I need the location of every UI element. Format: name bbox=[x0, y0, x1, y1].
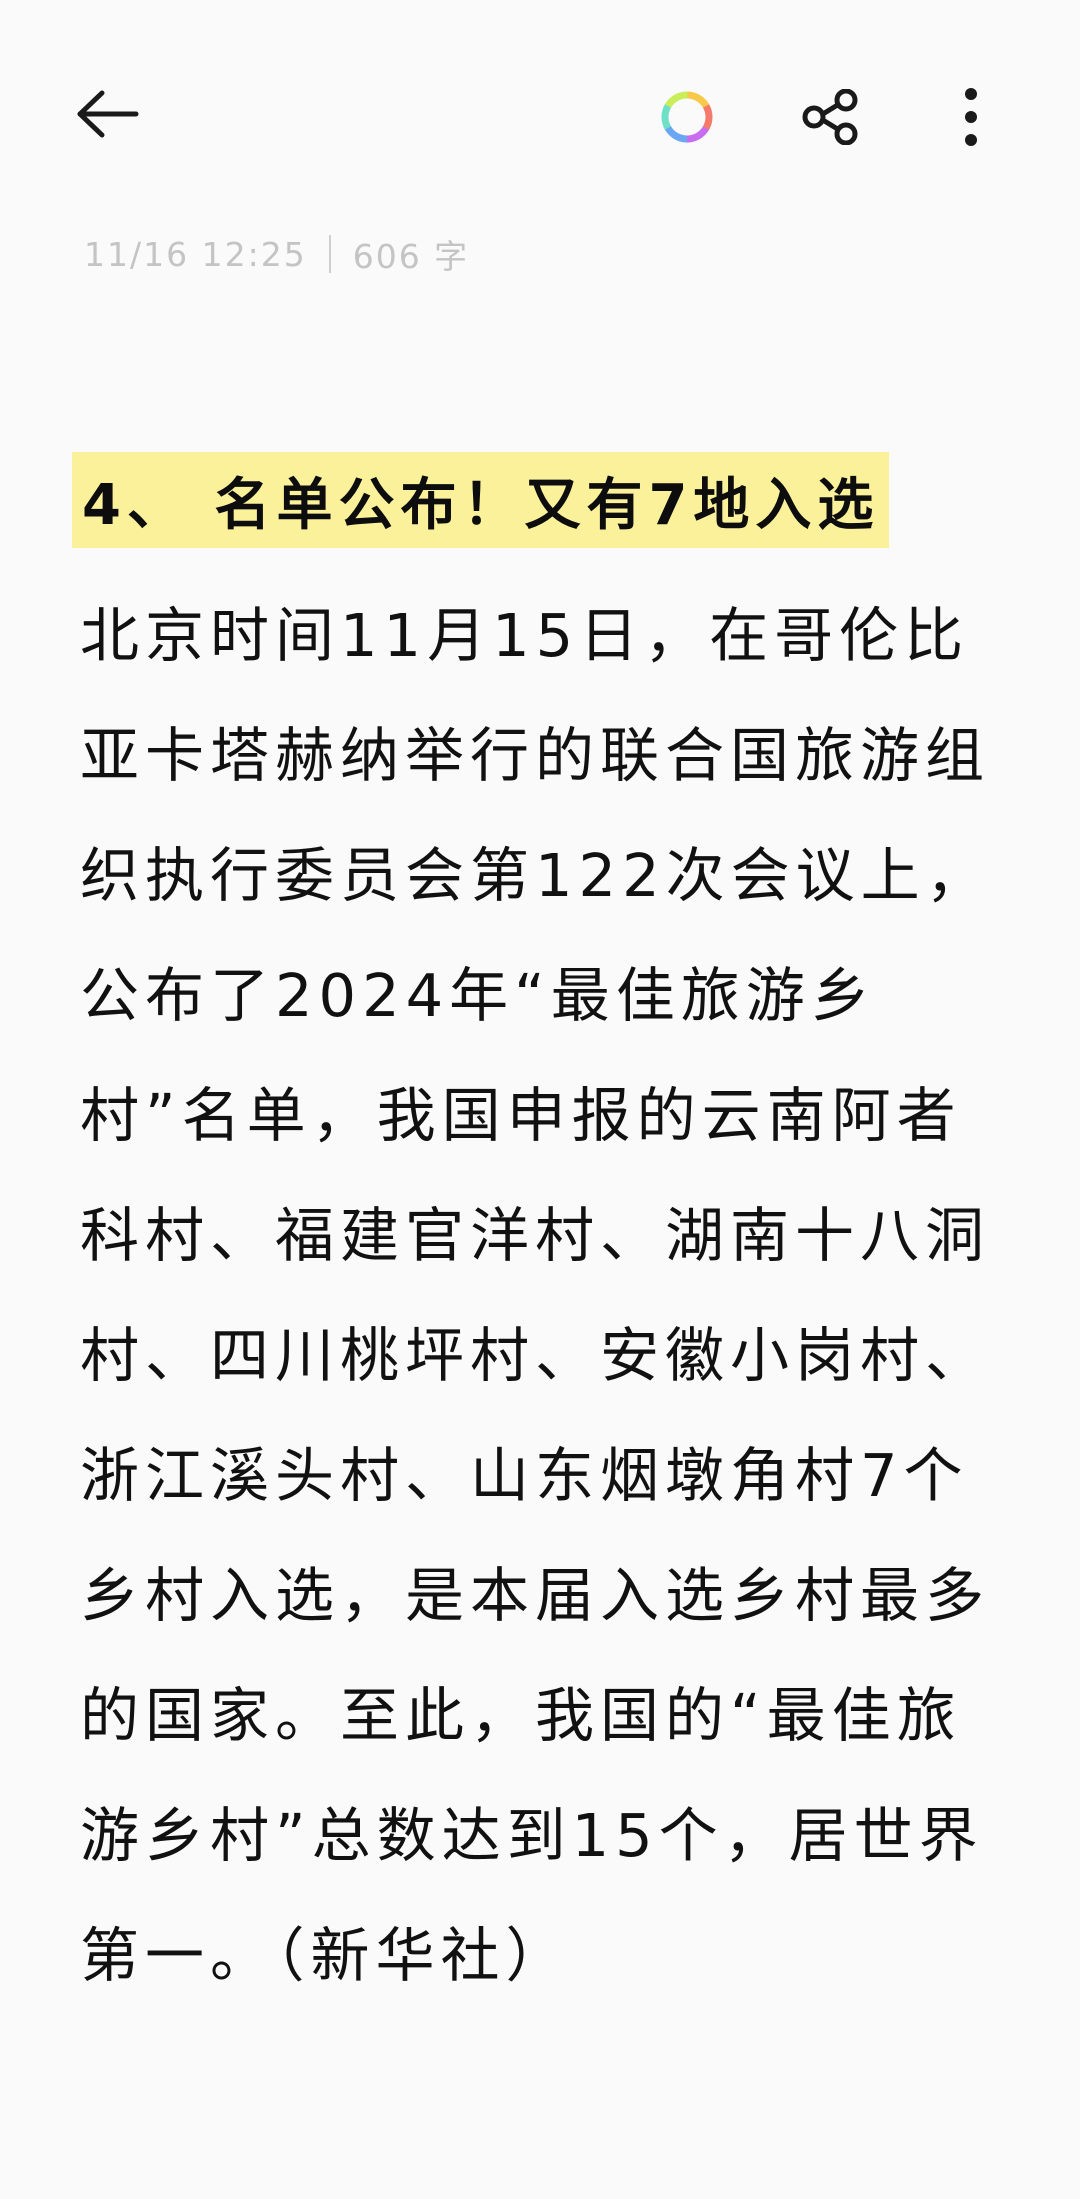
share-button[interactable] bbox=[790, 80, 870, 158]
color-ring-segment bbox=[661, 103, 672, 130]
color-ring-segment bbox=[664, 125, 688, 143]
back-button[interactable] bbox=[62, 80, 152, 152]
color-ring-segment bbox=[686, 91, 710, 109]
top-toolbar bbox=[0, 0, 1080, 230]
note-title[interactable]: 4、 名单公布！又有7地入选 bbox=[82, 460, 879, 541]
more-vertical-icon bbox=[961, 87, 981, 151]
color-ring-segment bbox=[664, 91, 688, 108]
share-icon bbox=[800, 88, 860, 149]
note-word-count: 606 字 bbox=[352, 237, 470, 276]
note-meta: 11/16 12:25 606 字 bbox=[84, 233, 470, 277]
title-highlight: 4、 名单公布！又有7地入选 bbox=[72, 452, 890, 548]
note-body[interactable]: 北京时间11月15日，在哥伦比亚卡塔赫纳举行的联合国旅游组织执行委员会第122次… bbox=[80, 576, 1010, 2016]
more-options-button[interactable] bbox=[935, 80, 1007, 158]
meta-divider bbox=[328, 235, 331, 273]
color-ring-segment bbox=[686, 126, 710, 143]
note-datetime: 11/16 12:25 bbox=[84, 234, 307, 274]
arrow-left-icon bbox=[74, 89, 140, 143]
color-ring-segment bbox=[702, 104, 713, 131]
theme-color-button[interactable] bbox=[648, 80, 726, 158]
color-ring-icon bbox=[659, 89, 715, 149]
